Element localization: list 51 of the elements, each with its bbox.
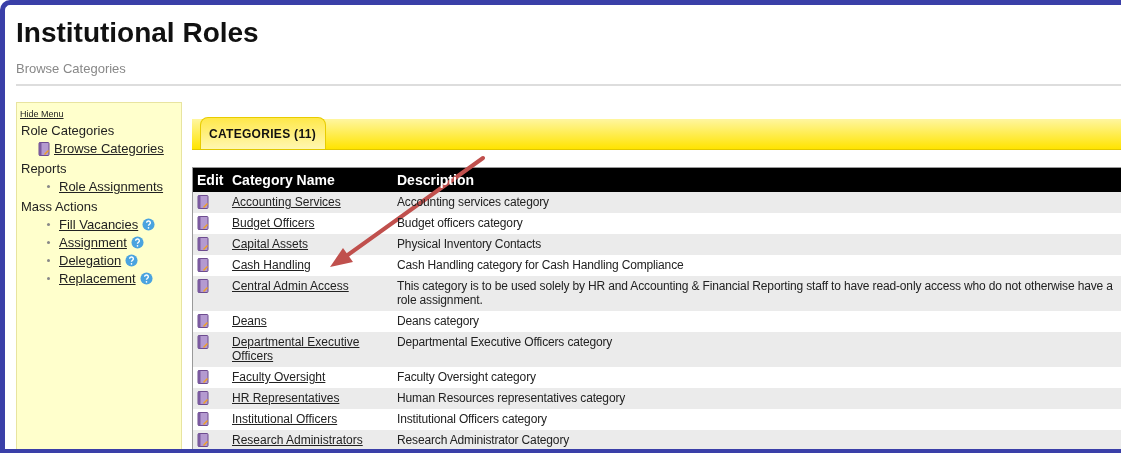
category-link[interactable]: Institutional Officers (232, 412, 338, 426)
tab[interactable]: CATEGORIES (11) (200, 117, 326, 149)
help-icon[interactable] (125, 254, 139, 267)
sidebar-link[interactable]: Delegation (59, 253, 122, 268)
category-link[interactable]: Cash Handling (232, 258, 311, 272)
book-icon[interactable] (38, 141, 50, 156)
edit-icon[interactable] (197, 314, 209, 328)
edit-icon[interactable] (197, 237, 209, 251)
edit-icon[interactable] (197, 195, 209, 209)
table-cell: Budget officers category (397, 216, 523, 230)
page-title: Institutional Roles (16, 17, 260, 49)
bullet-icon (47, 277, 50, 280)
bullet-icon (47, 185, 50, 188)
table-cell: Cash Handling category for Cash Handling Compliance (397, 258, 684, 272)
edit-icon[interactable] (197, 279, 209, 293)
table-cell: Institutional Officers category (397, 412, 547, 426)
sidebar-link[interactable]: Replacement (59, 271, 136, 286)
category-link[interactable]: Deans (232, 314, 267, 328)
table-cell: Research Administrator Category (397, 433, 570, 447)
edit-icon[interactable] (197, 216, 209, 230)
table-cell: This category is to be used solely by HR and Accounting & Financial Reporting staff to have read-only access who do not otherwise have a role assignment. (397, 279, 1113, 307)
table-cell: Departmental Executive Officers category (397, 335, 613, 349)
sidebar-heading: Role Categories (20, 122, 116, 140)
bullet-icon (47, 241, 50, 244)
sidebar-link[interactable]: Role Assignments (59, 179, 164, 194)
column-header: Category Name (232, 172, 335, 188)
page-subtitle: Browse Categories (16, 61, 127, 76)
sidebar-heading: Reports (20, 160, 68, 178)
table-cell: Faculty Oversight category (397, 370, 536, 384)
bullet-icon (47, 259, 50, 262)
table-cell: Human Resources representatives category (397, 391, 626, 405)
category-link[interactable]: Faculty Oversight (232, 370, 326, 384)
edit-icon[interactable] (197, 433, 209, 447)
help-icon[interactable] (139, 272, 153, 285)
sidebar-link[interactable]: Fill Vacancies (59, 217, 139, 232)
hide-menu-link[interactable]: Hide Menu (20, 109, 64, 119)
edit-icon[interactable] (197, 412, 209, 426)
sidebar-heading: Mass Actions (20, 198, 99, 216)
table-cell: Physical Inventory Contacts (397, 237, 542, 251)
edit-icon[interactable] (197, 258, 209, 272)
help-icon[interactable] (130, 236, 144, 249)
sidebar-link[interactable]: Assignment (59, 235, 127, 250)
edit-icon[interactable] (197, 391, 209, 405)
table-cell: Deans category (397, 314, 479, 328)
help-icon[interactable] (142, 218, 156, 231)
bullet-icon (47, 223, 50, 226)
category-link[interactable]: Budget Officers (232, 216, 315, 230)
edit-icon[interactable] (197, 335, 209, 349)
edit-icon[interactable] (197, 370, 209, 384)
sidebar-link[interactable]: Browse Categories (54, 141, 164, 156)
column-header: Edit (197, 172, 224, 188)
